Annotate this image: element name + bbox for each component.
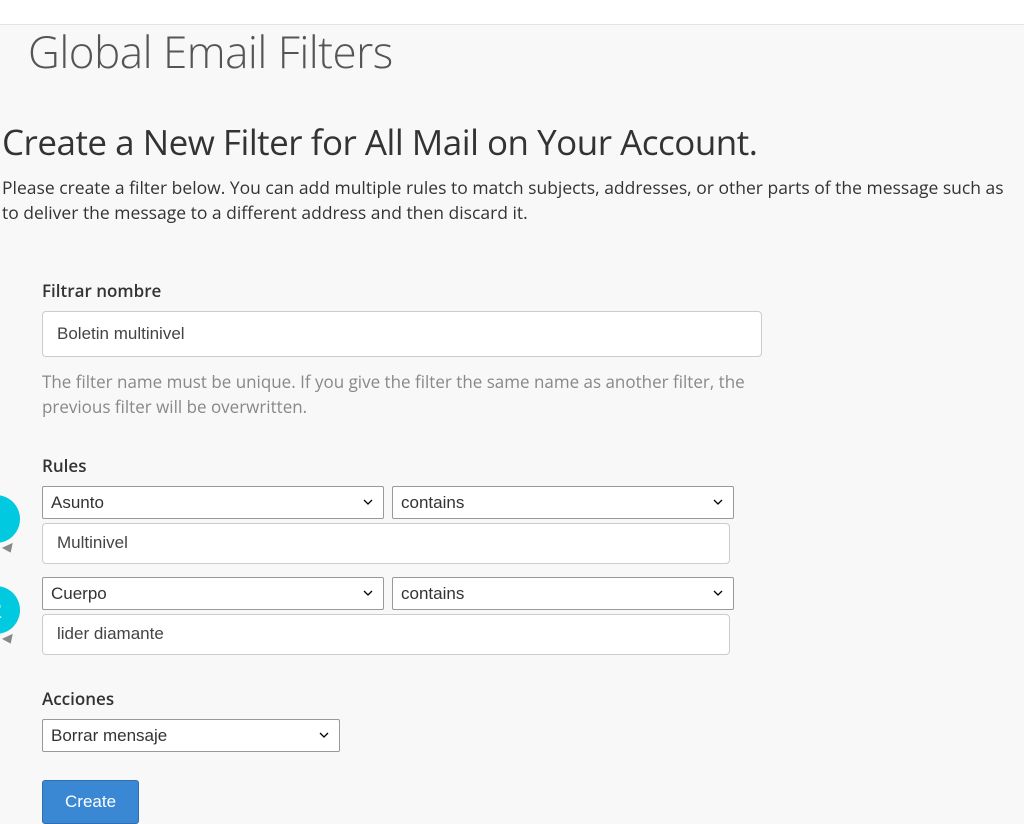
rule-value-input[interactable] bbox=[42, 614, 730, 655]
rule-operator-select[interactable]: contains bbox=[392, 577, 734, 610]
action-select[interactable]: Borrar mensaje bbox=[42, 719, 340, 752]
section-heading: Create a New Filter for All Mail on Your… bbox=[2, 119, 1024, 166]
rule-number-badge: 2 bbox=[0, 586, 20, 634]
page-title: Global Email Filters bbox=[28, 21, 1024, 81]
actions-label: Acciones bbox=[42, 687, 762, 710]
rule-selects: Cuerpo contains bbox=[42, 577, 734, 610]
rule-value-input[interactable] bbox=[42, 523, 730, 564]
page-description: Please create a filter below. You can ad… bbox=[2, 176, 1024, 227]
rule-row-2: 2 Cuerpo contains bbox=[42, 577, 762, 655]
rule-number-badge: 1 bbox=[0, 495, 20, 543]
create-button[interactable]: Create bbox=[42, 780, 139, 824]
rule-field-select[interactable]: Asunto bbox=[42, 486, 384, 519]
main-content: Global Email Filters Create a New Filter… bbox=[0, 21, 1024, 824]
rule-operator-select[interactable]: contains bbox=[392, 486, 734, 519]
filter-name-label: Filtrar nombre bbox=[42, 279, 762, 302]
filter-form: Filtrar nombre The filter name must be u… bbox=[42, 279, 762, 824]
rule-field-select[interactable]: Cuerpo bbox=[42, 577, 384, 610]
rule-row-1: 1 Asunto contains bbox=[42, 486, 762, 564]
filter-name-input[interactable] bbox=[42, 311, 762, 357]
rules-label: Rules bbox=[42, 454, 762, 477]
rule-selects: Asunto contains bbox=[42, 486, 734, 519]
filter-name-help: The filter name must be unique. If you g… bbox=[42, 369, 762, 420]
